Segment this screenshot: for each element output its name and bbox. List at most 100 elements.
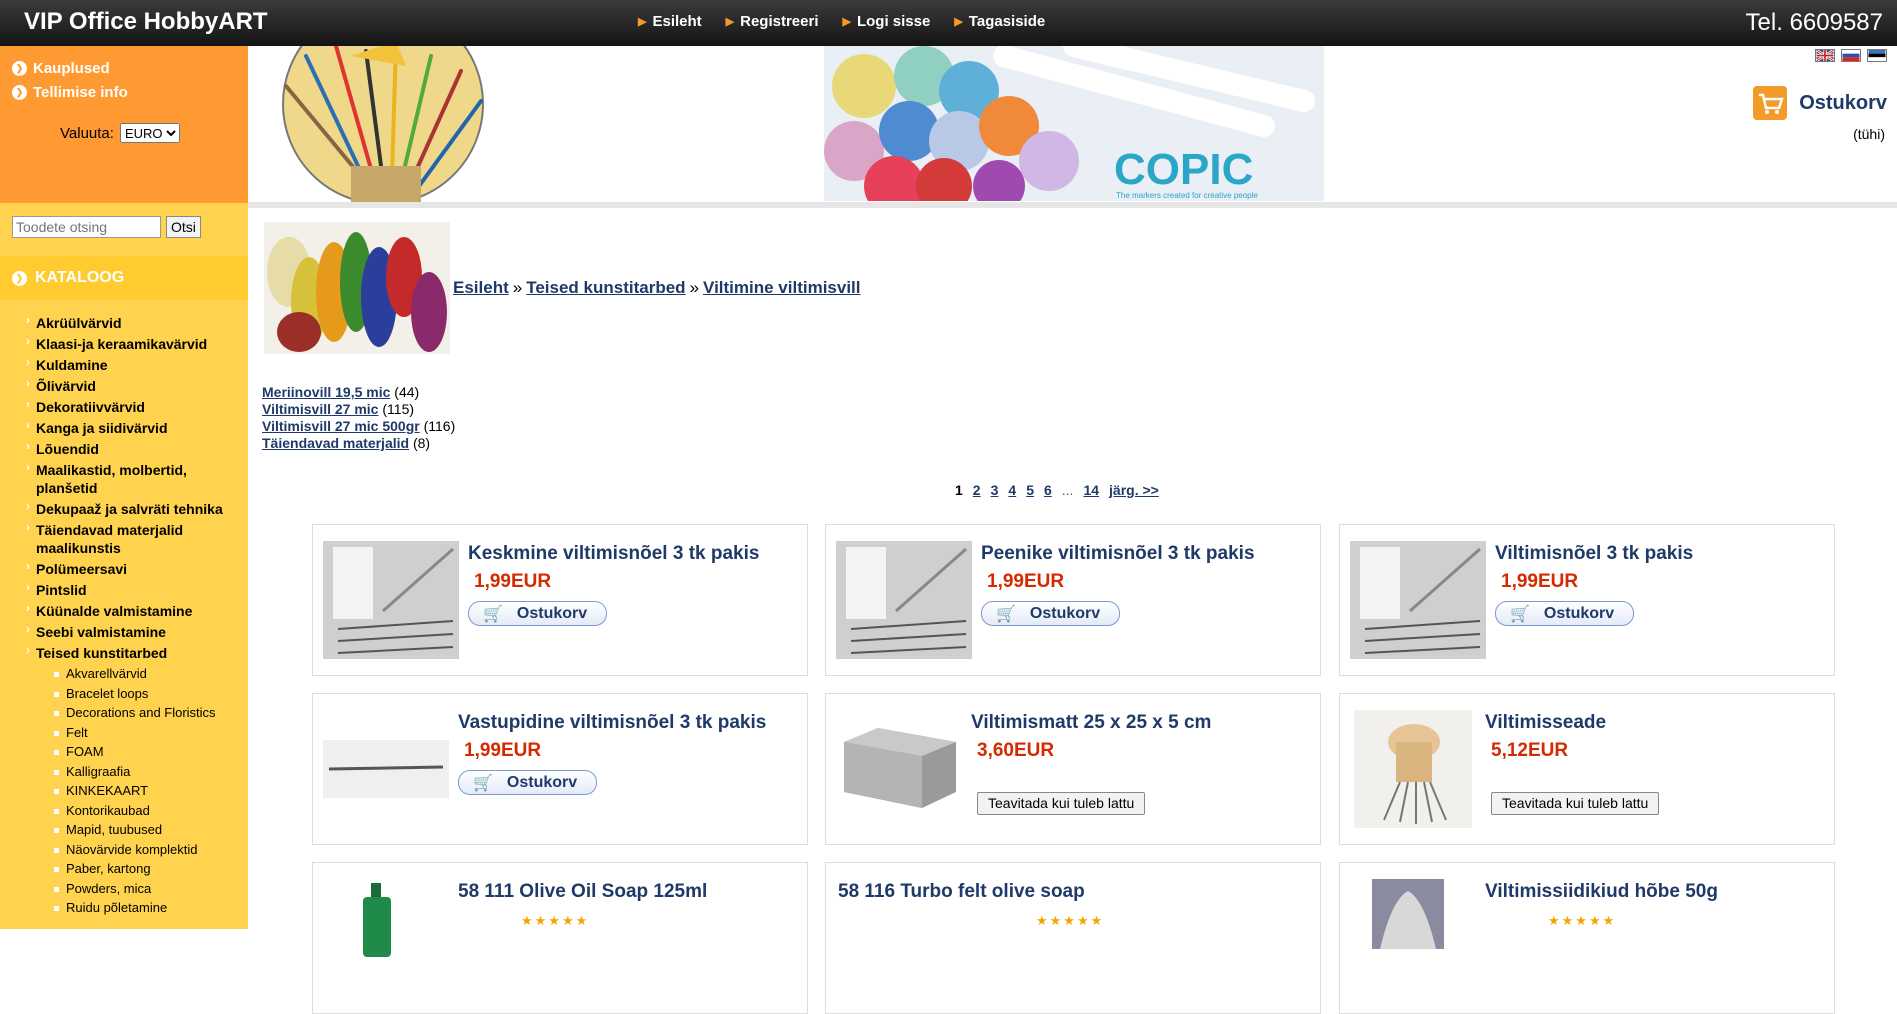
category-item[interactable]: Maalikastid, molbertid, planšetid bbox=[26, 458, 236, 497]
sidebar: ❯ Kauplused ❯ Tellimise info Valuuta: EURO… bbox=[0, 46, 248, 929]
cart-label: Ostukorv bbox=[1799, 91, 1887, 114]
breadcrumb-separator: » bbox=[689, 278, 700, 297]
search-input[interactable] bbox=[12, 216, 161, 238]
product-price: 3,60EUR bbox=[977, 740, 1055, 761]
category-item[interactable]: Akrüülvärvid bbox=[26, 311, 236, 332]
category-image bbox=[264, 222, 450, 354]
product-image[interactable] bbox=[353, 879, 403, 959]
subcategory-link[interactable]: Täiendavad materjalid bbox=[262, 435, 409, 451]
sidebar-link-order-info[interactable]: ❯ Tellimise info bbox=[12, 84, 248, 101]
nav-login[interactable]: ▶ Logi sisse bbox=[843, 13, 931, 30]
flag-estonian-icon[interactable] bbox=[1867, 49, 1887, 62]
product-card: Vastupidine viltimisnõel 3 tk pakis 1,99… bbox=[312, 693, 808, 845]
page-link[interactable]: 4 bbox=[1008, 482, 1016, 498]
subcategory-item[interactable]: Bracelet loops bbox=[54, 684, 248, 704]
breadcrumb-current[interactable]: Viltimine viltimisvill bbox=[703, 278, 860, 297]
page-ellipsis: ... bbox=[1061, 482, 1074, 498]
product-price: 1,99EUR bbox=[474, 571, 552, 592]
product-image[interactable] bbox=[1372, 879, 1444, 949]
breadcrumb-category[interactable]: Teised kunstitarbed bbox=[526, 278, 685, 297]
category-item[interactable]: Õlivärvid bbox=[26, 374, 236, 395]
product-image[interactable] bbox=[1350, 541, 1486, 659]
category-item[interactable]: Lõuendid bbox=[26, 437, 236, 458]
subcategory-item[interactable]: Paber, kartong bbox=[54, 859, 248, 879]
subcategory-item[interactable]: Powders, mica bbox=[54, 879, 248, 899]
add-to-cart-button[interactable]: 🛒 Ostukorv bbox=[458, 770, 597, 795]
subcategory-link[interactable]: Meriinovill 19,5 mic bbox=[262, 384, 390, 400]
top-nav: ▶ Esileht ▶ Registreeri ▶ Logi sisse ▶ Tagas… bbox=[638, 13, 1045, 30]
search-button[interactable]: Otsi bbox=[166, 216, 201, 238]
category-item[interactable]: Seebi valmistamine bbox=[26, 620, 236, 641]
product-name[interactable]: Peenike viltimisnõel 3 tk pakis bbox=[981, 543, 1255, 565]
cart-status: (tühi) bbox=[1853, 126, 1885, 142]
category-item[interactable]: Polümeersavi bbox=[26, 557, 236, 578]
product-name[interactable]: Vastupidine viltimisnõel 3 tk pakis bbox=[458, 712, 766, 734]
product-name[interactable]: 58 116 Turbo felt olive soap bbox=[838, 881, 1085, 903]
subcategory-item[interactable]: Decorations and Floristics bbox=[54, 703, 248, 723]
shopping-cart-icon: 🛒 bbox=[996, 605, 1016, 623]
subcategory-link[interactable]: Viltimisvill 27 mic bbox=[262, 401, 378, 417]
product-image[interactable] bbox=[836, 541, 972, 659]
arrow-icon: ▶ bbox=[842, 16, 851, 28]
subcategory-item[interactable]: Kontorikaubad bbox=[54, 801, 248, 821]
nav-home[interactable]: ▶ Esileht bbox=[638, 13, 702, 30]
breadcrumb-home[interactable]: Esileht bbox=[453, 278, 509, 297]
subcategory-item[interactable]: Näovärvide komplektid bbox=[54, 840, 248, 860]
flag-russian-icon[interactable] bbox=[1841, 49, 1861, 62]
category-item[interactable]: Küünalde valmistamine bbox=[26, 599, 236, 620]
add-to-cart-button[interactable]: 🛒 Ostukorv bbox=[981, 601, 1120, 626]
category-item[interactable]: Dekoratiivvärvid bbox=[26, 395, 236, 416]
currency-select[interactable]: EURO bbox=[119, 123, 180, 143]
page-link-last[interactable]: 14 bbox=[1083, 482, 1099, 498]
site-brand[interactable]: VIP Office HobbyART bbox=[24, 8, 268, 36]
product-card: Keskmine viltimisnõel 3 tk pakis 1,99EUR… bbox=[312, 524, 808, 676]
page-link[interactable]: 2 bbox=[973, 482, 981, 498]
product-name[interactable]: 58 111 Olive Oil Soap 125ml bbox=[458, 881, 707, 903]
cart-link[interactable]: Ostukorv bbox=[1753, 86, 1887, 120]
subcategory-item[interactable]: FOAM bbox=[54, 742, 248, 762]
category-item-active[interactable]: Teised kunstitarbed bbox=[26, 641, 236, 662]
product-image[interactable] bbox=[323, 541, 459, 659]
category-list: Akrüülvärvid Klaasi-ja keraamikavärvid K… bbox=[0, 300, 248, 918]
currency-selector: Valuuta: EURO bbox=[60, 123, 248, 143]
category-item[interactable]: Täiendavad materjalid maalikunstis bbox=[26, 518, 236, 557]
nav-feedback[interactable]: ▶ Tagasiside bbox=[954, 13, 1045, 30]
notify-when-in-stock-button[interactable]: Teavitada kui tuleb lattu bbox=[1491, 792, 1660, 815]
category-item[interactable]: Klaasi-ja keraamikavärvid bbox=[26, 332, 236, 353]
add-to-cart-button[interactable]: 🛒 Ostukorv bbox=[1495, 601, 1634, 626]
product-image[interactable] bbox=[323, 740, 449, 798]
sidebar-link-stores[interactable]: ❯ Kauplused bbox=[12, 60, 248, 77]
page-next[interactable]: järg. >> bbox=[1109, 482, 1159, 498]
page-link[interactable]: 5 bbox=[1026, 482, 1034, 498]
subcategory-item[interactable]: Ruidu põletamine bbox=[54, 898, 248, 918]
page-current: 1 bbox=[955, 482, 963, 498]
page-link[interactable]: 6 bbox=[1044, 482, 1052, 498]
add-to-cart-button[interactable]: 🛒 Ostukorv bbox=[468, 601, 607, 626]
product-name[interactable]: Viltimissiidikiud hõbe 50g bbox=[1485, 881, 1718, 903]
subcategory-item[interactable]: Kalligraafia bbox=[54, 762, 248, 782]
subcategory-link[interactable]: Viltimisvill 27 mic 500gr bbox=[262, 418, 420, 434]
subcategory-item[interactable]: KINKEKAART bbox=[54, 781, 248, 801]
subcategory-item[interactable]: Mapid, tuubused bbox=[54, 820, 248, 840]
nav-register[interactable]: ▶ Registreeri bbox=[726, 13, 819, 30]
page-link[interactable]: 3 bbox=[991, 482, 999, 498]
product-name[interactable]: Keskmine viltimisnõel 3 tk pakis bbox=[468, 543, 759, 565]
flag-english-icon[interactable] bbox=[1815, 49, 1835, 62]
arrow-icon: ▶ bbox=[954, 16, 963, 28]
product-name[interactable]: Viltimismatt 25 x 25 x 5 cm bbox=[971, 712, 1211, 734]
category-item[interactable]: Kuldamine bbox=[26, 353, 236, 374]
notify-when-in-stock-button[interactable]: Teavitada kui tuleb lattu bbox=[977, 792, 1146, 815]
product-image[interactable] bbox=[838, 722, 962, 810]
catalog-header[interactable]: ❯ KATALOOG bbox=[0, 256, 248, 300]
category-item[interactable]: Kanga ja siidivärvid bbox=[26, 416, 236, 437]
product-image[interactable] bbox=[1354, 710, 1472, 828]
subcategory-links: Meriinovill 19,5 mic (44) Viltimisvill 2… bbox=[262, 384, 455, 452]
shopping-cart-icon: 🛒 bbox=[473, 774, 493, 792]
category-item[interactable]: Dekupaaž ja salvräti tehnika bbox=[26, 497, 236, 518]
subcategory-item[interactable]: Akvarellvärvid bbox=[54, 664, 248, 684]
product-name[interactable]: Viltimisnõel 3 tk pakis bbox=[1495, 543, 1693, 565]
category-item[interactable]: Pintslid bbox=[26, 578, 236, 599]
subcategory-item[interactable]: Felt bbox=[54, 723, 248, 743]
product-name[interactable]: Viltimisseade bbox=[1485, 712, 1606, 734]
shopping-cart-icon bbox=[1753, 86, 1788, 120]
